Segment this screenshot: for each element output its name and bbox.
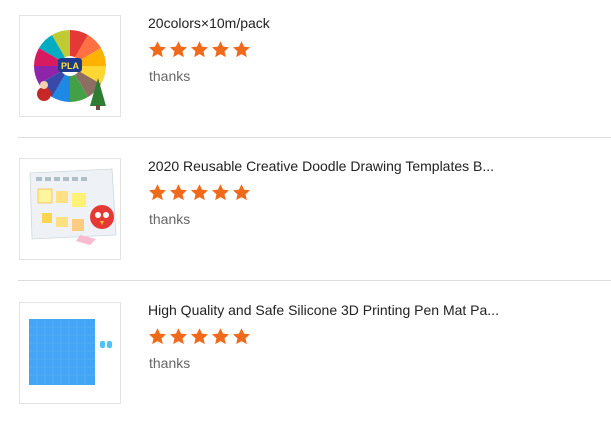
star-icon bbox=[148, 183, 167, 202]
review-comment: thanks bbox=[149, 211, 191, 227]
pla-filament-pack-image: PLA bbox=[20, 16, 120, 116]
product-title[interactable]: 2020 Reusable Creative Doodle Drawing Te… bbox=[148, 158, 598, 175]
star-icon bbox=[211, 327, 230, 346]
star-icon bbox=[190, 40, 209, 59]
product-thumbnail[interactable] bbox=[19, 158, 121, 260]
star-icon bbox=[148, 40, 167, 59]
review-item: PLA 20colors×10m/pack thanks bbox=[0, 0, 611, 143]
product-title[interactable]: High Quality and Safe Silicone 3D Printi… bbox=[148, 302, 598, 319]
star-rating bbox=[148, 327, 251, 347]
divider bbox=[18, 137, 611, 138]
review-comment: thanks bbox=[149, 68, 191, 84]
review-item: High Quality and Safe Silicone 3D Printi… bbox=[0, 287, 611, 430]
star-icon bbox=[211, 40, 230, 59]
star-icon bbox=[169, 183, 188, 202]
svg-text:PLA: PLA bbox=[61, 61, 80, 71]
doodle-templates-image bbox=[20, 159, 120, 259]
review-list: PLA 20colors×10m/pack thanks 2020 Reusab… bbox=[0, 0, 611, 404]
star-icon bbox=[190, 183, 209, 202]
star-icon bbox=[169, 40, 188, 59]
star-icon bbox=[148, 327, 167, 346]
star-icon bbox=[190, 327, 209, 346]
silicone-mat-image bbox=[20, 303, 120, 403]
star-icon bbox=[169, 327, 188, 346]
divider bbox=[18, 280, 611, 281]
star-icon bbox=[211, 183, 230, 202]
star-icon bbox=[232, 40, 251, 59]
star-rating bbox=[148, 40, 251, 60]
review-item: 2020 Reusable Creative Doodle Drawing Te… bbox=[0, 143, 611, 286]
product-thumbnail[interactable]: PLA bbox=[19, 15, 121, 117]
product-thumbnail[interactable] bbox=[19, 302, 121, 404]
star-icon bbox=[232, 183, 251, 202]
product-title[interactable]: 20colors×10m/pack bbox=[148, 15, 598, 32]
star-rating bbox=[148, 183, 251, 203]
star-icon bbox=[232, 327, 251, 346]
review-comment: thanks bbox=[149, 355, 191, 371]
